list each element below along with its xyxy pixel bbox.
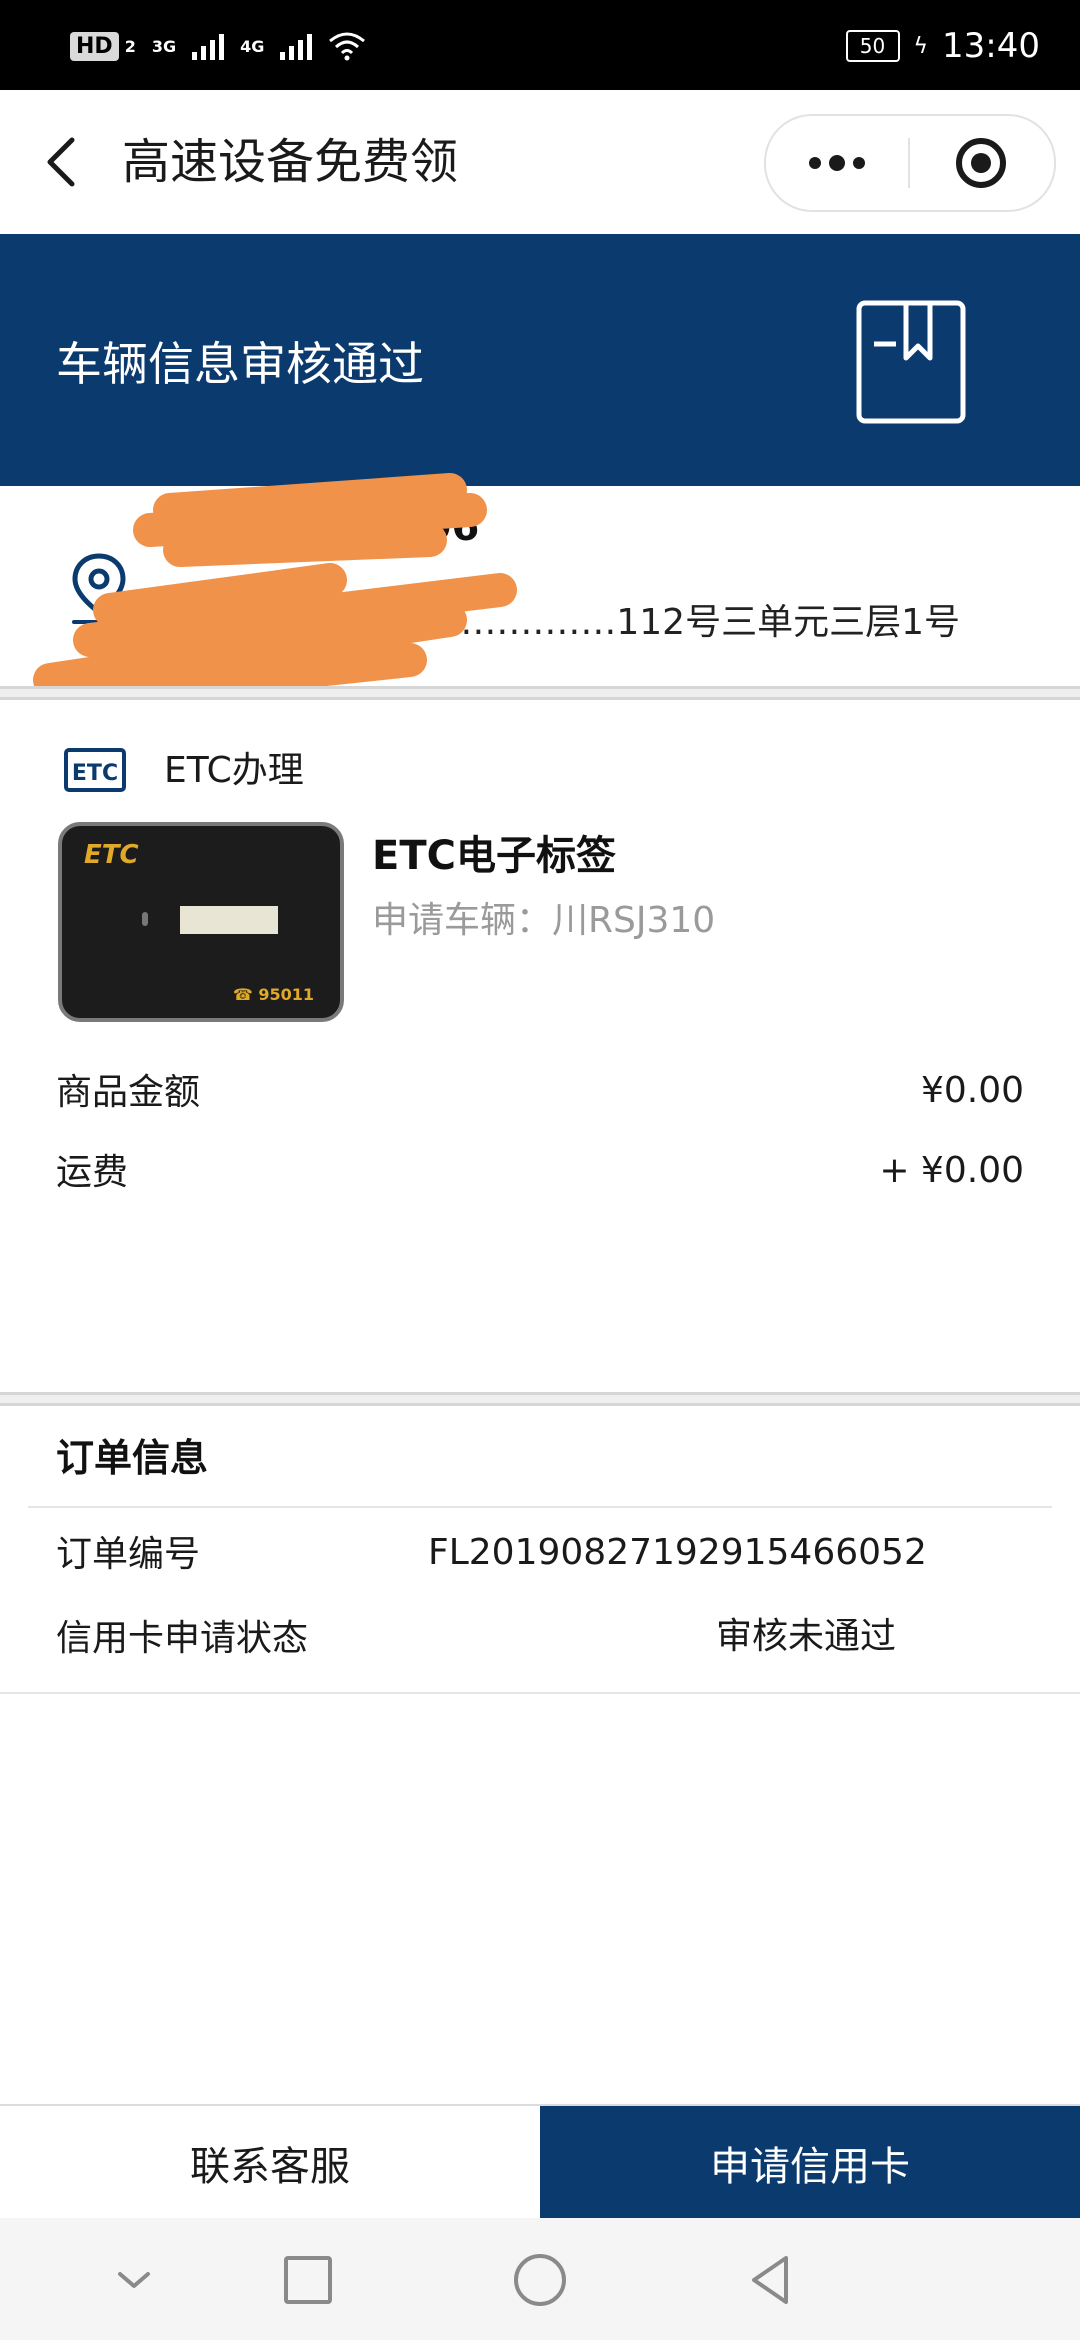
- status-banner: 车辆信息审核通过: [0, 234, 1080, 486]
- order-number-value: FL2019082719291546605­2: [428, 1532, 927, 1573]
- home-icon[interactable]: [508, 2248, 572, 2312]
- section-separator: [0, 1392, 1080, 1406]
- order-divider: [28, 1506, 1052, 1508]
- redaction-scribble: [33, 473, 517, 707]
- bottom-action-bar: 联系客服 申请信用卡: [0, 2104, 1080, 2220]
- page-title: 高速设备免费领: [122, 134, 459, 190]
- signal-icon: [280, 32, 313, 60]
- device-logo: ETC: [84, 840, 139, 870]
- chevron-left-icon: [47, 137, 75, 187]
- charging-icon: ϟ: [913, 33, 929, 59]
- target-icon: [956, 138, 1006, 188]
- order-info-title: 订单信息: [56, 1436, 209, 1480]
- miniprogram-capsule: [764, 114, 1056, 212]
- vehicle-plate: 申请车辆：川RSJ310: [372, 900, 716, 941]
- banner-title: 车辆信息审核通过: [56, 337, 424, 391]
- wifi-icon: [329, 32, 366, 61]
- apply-credit-card-button[interactable]: 申请信用卡: [540, 2106, 1080, 2220]
- order-number-label: 订单编号: [56, 1534, 201, 1575]
- system-nav-bar: [0, 2218, 1080, 2340]
- hd-badge: HD: [70, 31, 119, 61]
- battery-icon: 50: [845, 30, 900, 62]
- device-led: [142, 912, 148, 926]
- shipping-value: + ¥0.00: [879, 1150, 1024, 1191]
- etc-device-image: ETC ☎ 95011: [58, 822, 344, 1022]
- amount-value: ¥0.00: [920, 1070, 1024, 1111]
- status-bar: HD 2 3G 4G 50 ϟ 13:40: [0, 0, 1080, 90]
- device-hotline: ☎ 95011: [232, 985, 314, 1004]
- recent-apps-icon[interactable]: [276, 2248, 340, 2312]
- order-info-section: 订单信息 订单编号 FL2019082719291546605­2 信用卡申请状…: [0, 1408, 1080, 1694]
- sim-number: 2: [124, 36, 136, 56]
- signal-icon: [192, 32, 225, 60]
- status-right: 50 ϟ 13:40: [845, 24, 1040, 68]
- status-left: HD 2 3G 4G: [70, 26, 366, 66]
- more-button[interactable]: [766, 116, 908, 210]
- chevron-down-icon[interactable]: [102, 2248, 166, 2312]
- device-card-slot: [180, 906, 278, 934]
- amount-label: 商品金额: [56, 1072, 201, 1113]
- etc-icon: ETC: [64, 748, 126, 792]
- back-button[interactable]: [36, 132, 96, 192]
- network-3g-label: 3G: [151, 36, 177, 56]
- close-miniprogram-button[interactable]: [910, 116, 1052, 210]
- etc-section-label: ETC办理: [164, 750, 304, 791]
- more-dots-icon: [809, 155, 865, 171]
- svg-text:ETC: ETC: [72, 761, 118, 786]
- bookmark-doc-icon: [856, 300, 966, 424]
- section-separator: [0, 686, 1080, 700]
- credit-status-label: 信用卡申请状态: [56, 1618, 309, 1659]
- contact-support-button[interactable]: 联系客服: [0, 2106, 540, 2220]
- network-4g-label: 4G: [240, 36, 265, 56]
- shipping-label: 运费: [56, 1152, 129, 1193]
- back-triangle-icon[interactable]: [740, 2248, 804, 2312]
- title-bar: 高速设备免费领: [0, 90, 1080, 234]
- clock: 13:40: [942, 26, 1040, 66]
- product-section: ETC ETC办理 ETC ☎ 95011 ETC电子标签 申请车辆：川RSJ3…: [0, 700, 1080, 1390]
- credit-status-value: 审核未通过: [716, 1616, 897, 1657]
- product-name: ETC电子标签: [372, 833, 616, 879]
